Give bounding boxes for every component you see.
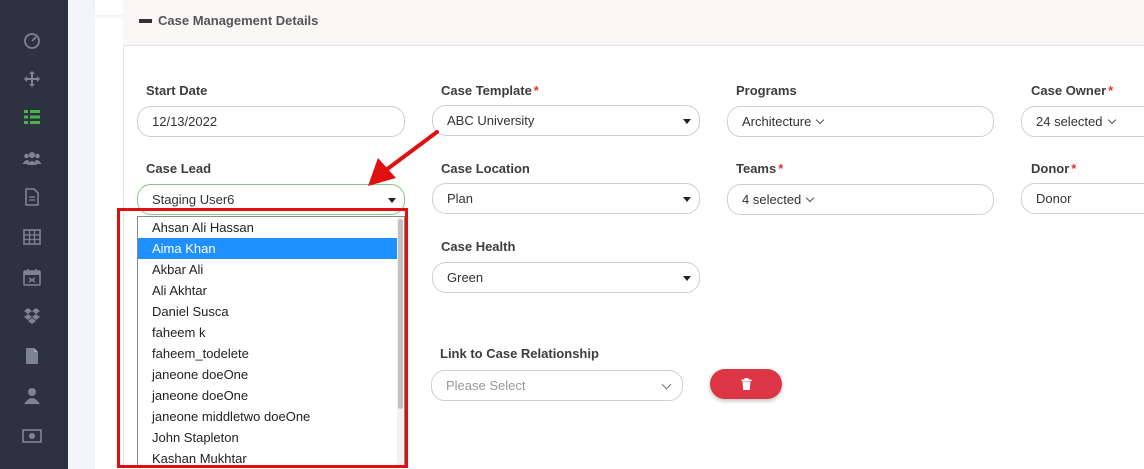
case-location-select[interactable]: Plan (432, 183, 700, 214)
teams-multiselect[interactable]: 4 selected (727, 184, 994, 215)
user-icon[interactable] (21, 385, 43, 407)
teams-label: Teams * (736, 161, 784, 176)
chevron-down-icon (661, 379, 672, 390)
table-icon[interactable] (21, 226, 43, 248)
caret-down-icon (388, 198, 396, 203)
document-icon[interactable] (21, 186, 43, 208)
caret-down-icon (683, 276, 691, 281)
dashboard-icon[interactable] (21, 29, 43, 51)
file-icon[interactable] (21, 345, 43, 367)
delete-button[interactable] (710, 369, 782, 399)
case-owner-multiselect[interactable]: 24 selected (1021, 106, 1144, 137)
link-relationship-label: Link to Case Relationship (440, 346, 599, 361)
dropbox-icon[interactable] (21, 305, 43, 327)
programs-label: Programs (736, 83, 797, 98)
caret-down-icon (683, 119, 691, 124)
caret-down-icon (683, 197, 691, 202)
chevron-down-icon (1107, 115, 1116, 124)
donor-label: Donor * (1031, 161, 1077, 176)
case-health-label: Case Health (441, 239, 516, 254)
chevron-down-icon (816, 115, 825, 124)
programs-multiselect[interactable]: Architecture (727, 106, 994, 137)
annotation-highlight-box (117, 208, 408, 468)
users-icon[interactable] (21, 147, 43, 169)
sidebar (0, 0, 68, 469)
case-health-select[interactable]: Green (432, 262, 700, 293)
start-date-label: Start Date (146, 83, 208, 98)
case-location-label: Case Location (441, 161, 530, 176)
case-template-select[interactable]: ABC University (432, 105, 700, 136)
chevron-down-icon (806, 193, 815, 202)
section-title: Case Management Details (158, 13, 319, 28)
money-icon[interactable] (21, 425, 43, 447)
donor-field[interactable]: Donor (1021, 183, 1144, 214)
annotation-arrow-icon (368, 130, 439, 186)
list-icon[interactable] (21, 106, 43, 128)
calendar-icon[interactable] (21, 266, 43, 288)
case-owner-label: Case Owner * (1031, 83, 1114, 98)
link-relationship-select[interactable]: Please Select (431, 370, 683, 401)
case-lead-label: Case Lead (146, 161, 212, 176)
case-template-label: Case Template * (441, 83, 539, 98)
collapse-icon[interactable] (139, 19, 152, 23)
move-icon[interactable] (21, 68, 43, 90)
trash-icon (741, 378, 751, 390)
